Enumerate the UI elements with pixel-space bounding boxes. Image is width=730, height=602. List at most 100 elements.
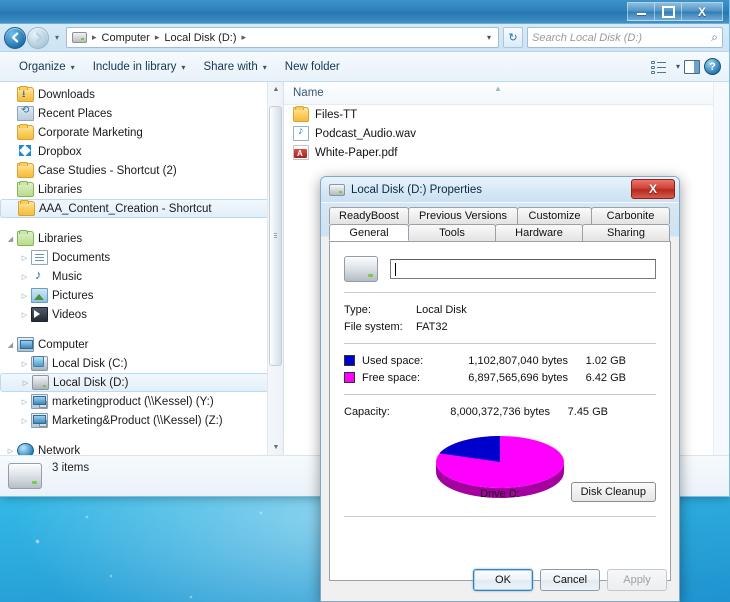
expander-icon[interactable]: ◢: [4, 341, 17, 349]
new-folder-button[interactable]: New folder: [276, 57, 349, 77]
breadcrumb-separator[interactable]: ▸: [238, 32, 249, 43]
file-name: Files-TT: [315, 109, 357, 121]
wav-file-icon: [293, 126, 309, 141]
sidebar-item-local-disk-c[interactable]: ▷ Local Disk (C:): [0, 354, 283, 373]
expander-icon[interactable]: ▷: [19, 379, 32, 387]
chevron-down-icon: ▾: [71, 63, 75, 72]
expander-icon[interactable]: ▷: [18, 292, 31, 300]
scrollbar-thumb[interactable]: [269, 106, 282, 366]
divider: [344, 343, 656, 344]
nav-group-divider: [0, 218, 283, 229]
window-titlebar: X: [0, 0, 729, 24]
navigation-pane: Downloads Recent Places Corporate Market…: [0, 82, 284, 455]
tab-readyboost[interactable]: ReadyBoost: [329, 207, 409, 224]
sidebar-item-aaa-content-creation[interactable]: AAA_Content_Creation - Shortcut: [0, 199, 269, 218]
sidebar-item-dropbox[interactable]: Dropbox: [0, 142, 283, 161]
sidebar-scrollbar[interactable]: ▲ ▼: [267, 82, 283, 455]
tab-sharing[interactable]: Sharing: [582, 224, 670, 241]
library-icon: [17, 182, 34, 197]
sidebar-item-recent-places[interactable]: Recent Places: [0, 104, 283, 123]
sidebar-item-libraries[interactable]: ◢ Libraries: [0, 229, 283, 248]
sidebar-item-label: AAA_Content_Creation - Shortcut: [39, 203, 212, 215]
tab-row-upper: ReadyBoost Previous Versions Customize C…: [329, 207, 671, 224]
close-button[interactable]: X: [681, 2, 723, 21]
expander-icon[interactable]: ▷: [18, 254, 31, 262]
view-dropdown-icon[interactable]: ▾: [676, 62, 680, 71]
nav-group-divider: [0, 324, 283, 335]
tab-general[interactable]: General: [329, 224, 409, 241]
nav-group-libraries: ◢ Libraries ▷ Documents ▷ Music ▷: [0, 229, 283, 324]
sidebar-item-libraries-fav[interactable]: Libraries: [0, 180, 283, 199]
help-icon[interactable]: ?: [704, 58, 721, 75]
drive-icon: [8, 463, 42, 489]
breadcrumb-item-computer[interactable]: Computer: [100, 32, 152, 44]
refresh-button[interactable]: ↻: [503, 27, 523, 48]
share-with-button[interactable]: Share with▾: [194, 57, 275, 77]
sidebar-item-label: Computer: [38, 339, 89, 351]
volume-label-input[interactable]: [390, 259, 656, 279]
tab-carbonite[interactable]: Carbonite: [591, 207, 670, 224]
free-space-label: Free space:: [362, 372, 444, 384]
file-name: Podcast_Audio.wav: [315, 128, 416, 140]
divider: [344, 516, 656, 517]
preview-pane-icon[interactable]: [684, 60, 700, 74]
dialog-title: Local Disk (D:) Properties: [351, 184, 482, 196]
tab-previous-versions[interactable]: Previous Versions: [408, 207, 518, 224]
search-input[interactable]: Search Local Disk (D:) ⌕: [527, 27, 723, 48]
history-dropdown-icon[interactable]: ▾: [51, 33, 63, 42]
back-button[interactable]: [4, 27, 26, 49]
organize-button[interactable]: Organize▾: [10, 57, 84, 77]
include-in-library-button[interactable]: Include in library▾: [84, 57, 195, 77]
sidebar-item-marketing-product-z[interactable]: ▷ Marketing&Product (\\Kessel) (Z:): [0, 411, 283, 430]
sidebar-item-computer[interactable]: ◢ Computer: [0, 335, 283, 354]
apply-button: Apply: [607, 569, 667, 591]
sidebar-item-music[interactable]: ▷ Music: [0, 267, 283, 286]
maximize-button[interactable]: [654, 2, 681, 21]
file-list-scrollbar[interactable]: [713, 82, 729, 455]
sidebar-item-videos[interactable]: ▷ Videos: [0, 305, 283, 324]
drive-icon: [344, 256, 378, 282]
minimize-button[interactable]: [627, 2, 654, 21]
forward-button[interactable]: [27, 27, 49, 49]
sidebar-item-documents[interactable]: ▷ Documents: [0, 248, 283, 267]
address-bar: ▾ ▸ Computer ▸ Local Disk (D:) ▸ ▾ ↻ Sea…: [0, 24, 729, 52]
sort-indicator-icon: ▲: [494, 84, 502, 93]
dialog-close-button[interactable]: X: [631, 179, 675, 199]
sidebar-item-pictures[interactable]: ▷ Pictures: [0, 286, 283, 305]
expander-icon[interactable]: ▷: [18, 311, 31, 319]
expander-icon[interactable]: ▷: [18, 417, 31, 425]
sidebar-item-case-studies[interactable]: Case Studies - Shortcut (2): [0, 161, 283, 180]
expander-icon[interactable]: ▷: [18, 360, 31, 368]
expander-icon[interactable]: ▷: [18, 398, 31, 406]
tab-tools[interactable]: Tools: [408, 224, 496, 241]
list-item[interactable]: White-Paper.pdf: [284, 143, 729, 162]
list-item[interactable]: Podcast_Audio.wav: [284, 124, 729, 143]
sidebar-item-local-disk-d[interactable]: ▷ Local Disk (D:): [0, 373, 269, 392]
tab-hardware[interactable]: Hardware: [495, 224, 583, 241]
ok-button[interactable]: OK: [473, 569, 533, 591]
sidebar-item-downloads[interactable]: Downloads: [0, 85, 283, 104]
videos-icon: [31, 307, 48, 322]
divider: [344, 394, 656, 395]
expander-icon[interactable]: ▷: [18, 273, 31, 281]
scroll-up-icon[interactable]: ▲: [269, 82, 283, 97]
sidebar-item-label: Marketing&Product (\\Kessel) (Z:): [52, 415, 223, 427]
sidebar-item-marketingproduct-y[interactable]: ▷ marketingproduct (\\Kessel) (Y:): [0, 392, 283, 411]
breadcrumb-dropdown-icon[interactable]: ▾: [487, 33, 495, 42]
cancel-button[interactable]: Cancel: [540, 569, 600, 591]
sidebar-item-corporate-marketing[interactable]: Corporate Marketing: [0, 123, 283, 142]
list-item[interactable]: Files-TT: [284, 105, 729, 124]
expander-icon[interactable]: ▷: [4, 447, 17, 455]
disk-cleanup-button[interactable]: Disk Cleanup: [571, 482, 656, 502]
sidebar-item-network[interactable]: ▷ Network: [0, 441, 283, 455]
breadcrumb[interactable]: ▸ Computer ▸ Local Disk (D:) ▸ ▾: [66, 27, 499, 48]
change-view-icon[interactable]: [651, 60, 667, 74]
expander-icon[interactable]: ◢: [4, 235, 17, 243]
column-header-name[interactable]: Name ▲: [284, 82, 729, 105]
breadcrumb-item-local-disk-d[interactable]: Local Disk (D:): [162, 32, 238, 44]
share-with-label: Share with: [203, 61, 257, 73]
chevron-down-icon: ▾: [181, 63, 185, 72]
nav-group-computer: ◢ Computer ▷ Local Disk (C:) ▷ Local Dis…: [0, 335, 283, 430]
tab-customize[interactable]: Customize: [517, 207, 592, 224]
scroll-down-icon[interactable]: ▼: [269, 440, 283, 455]
